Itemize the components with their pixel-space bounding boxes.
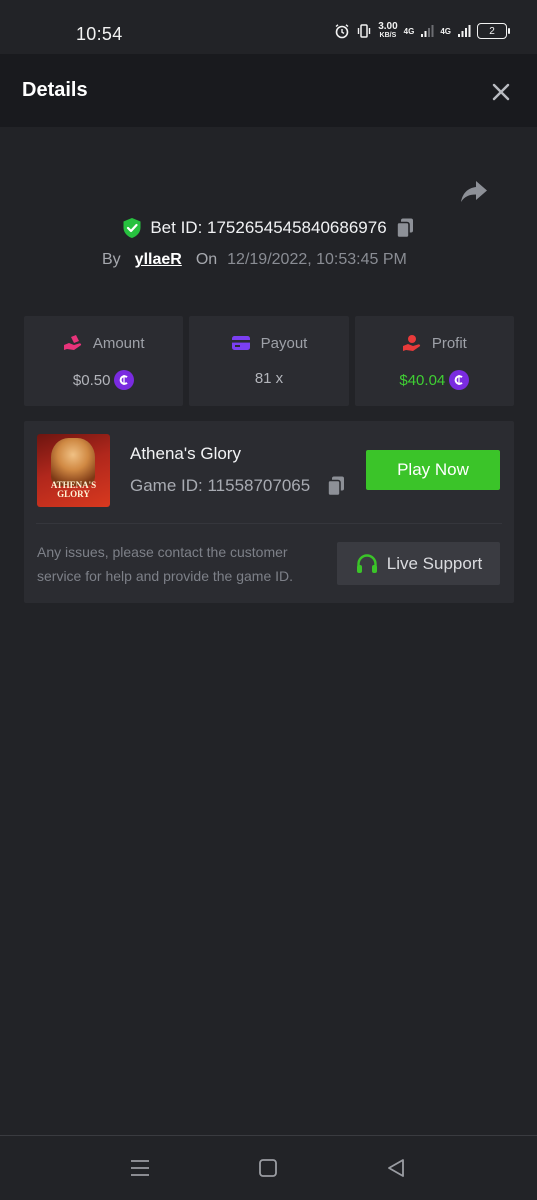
close-button[interactable] <box>489 80 513 104</box>
hand-coins-icon <box>63 335 81 350</box>
bet-date: 12/19/2022, 10:53:45 PM <box>227 251 407 268</box>
back-triangle-icon <box>388 1159 404 1177</box>
shield-check-icon <box>123 218 141 238</box>
bet-stats: Amount $0.50 Payout 81 x Profit $40.04 <box>24 316 514 406</box>
battery-level: 2 <box>489 25 495 37</box>
divider <box>36 523 502 524</box>
menu-nav-button[interactable] <box>128 1156 152 1180</box>
game-id: Game ID: 11558707065 <box>130 476 311 495</box>
home-square-icon <box>259 1159 277 1177</box>
game-thumbnail-text: ATHENA'S GLORY <box>50 480 97 499</box>
profit-value: $40.04 <box>399 371 446 389</box>
profit-card: Profit $40.04 <box>354 316 514 406</box>
support-notice: Any issues, please contact the customer … <box>37 544 294 584</box>
coin-icon <box>449 370 470 390</box>
bet-id: Bet ID: 1752654545840686976 <box>150 218 387 237</box>
game-id-row: Game ID: 11558707065 <box>130 475 346 497</box>
page-title: Details <box>22 79 88 101</box>
hand-money-icon <box>402 335 420 351</box>
amount-card: Amount $0.50 <box>24 316 184 406</box>
profit-label: Profit <box>431 334 467 352</box>
signal-icon-2 <box>458 25 471 37</box>
share-button[interactable] <box>458 178 490 206</box>
status-bar: 10:54 3.00 KB/S 4G 4G 2 <box>0 0 537 54</box>
speed-value: 3.00 <box>378 21 398 32</box>
payout-value-row: 81 x <box>255 370 283 387</box>
status-icons: 3.00 KB/S 4G 4G 2 <box>334 22 510 40</box>
game-card: ATHENA'S GLORY Athena's Glory Game ID: 1… <box>24 421 514 603</box>
payout-label: Payout <box>260 334 308 352</box>
home-nav-button[interactable] <box>256 1156 280 1180</box>
coin-icon <box>114 370 135 390</box>
menu-icon <box>131 1160 149 1176</box>
payout-value: 81 x <box>254 370 284 387</box>
vibrate-icon <box>357 24 371 38</box>
copy-icon[interactable] <box>326 475 346 497</box>
payout-card: Payout 81 x <box>189 316 349 406</box>
game-thumbnail-art <box>51 438 95 486</box>
live-support-button[interactable]: Live Support <box>337 542 500 585</box>
bettor-username-link[interactable]: yllaeR <box>135 251 182 269</box>
share-icon <box>461 181 487 202</box>
copy-icon[interactable] <box>395 217 415 239</box>
amount-value-row: $0.50 <box>73 370 135 390</box>
on-label: On <box>195 251 218 268</box>
by-label: By <box>102 251 121 268</box>
amount-label: Amount <box>92 334 145 352</box>
headset-icon <box>356 553 377 573</box>
signal-icon <box>421 25 434 37</box>
network-speed: 3.00 KB/S <box>378 22 397 40</box>
network-type-2: 4G <box>440 26 451 36</box>
system-nav-bar <box>0 1135 537 1200</box>
alarm-icon <box>335 24 349 39</box>
close-icon <box>492 83 510 101</box>
back-nav-button[interactable] <box>384 1156 408 1180</box>
live-support-label: Live Support <box>386 553 483 573</box>
bet-id-row: Bet ID: 1752654545840686976 <box>0 214 537 242</box>
game-thumbnail[interactable]: ATHENA'S GLORY <box>37 434 110 507</box>
amount-value: $0.50 <box>72 371 111 389</box>
game-name: Athena's Glory <box>130 444 241 463</box>
network-type-1: 4G <box>403 26 415 36</box>
status-time: 10:54 <box>76 24 123 44</box>
credit-card-icon <box>231 336 250 350</box>
speed-unit: KB/S <box>379 32 397 39</box>
battery-icon: 2 <box>477 23 510 39</box>
play-now-button[interactable]: Play Now <box>366 450 500 490</box>
details-header: Details <box>0 54 537 127</box>
profit-value-row: $40.04 <box>399 370 470 390</box>
bet-meta-row: By yllaeR On 12/19/2022, 10:53:45 PM <box>102 248 407 272</box>
